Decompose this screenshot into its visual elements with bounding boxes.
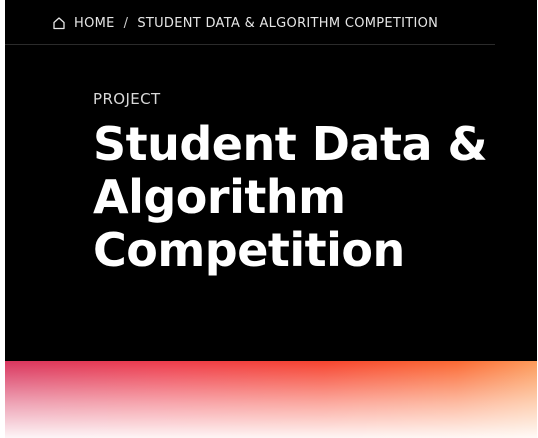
breadcrumb-divider [5,44,495,45]
page-frame: HOME / STUDENT DATA & ALGORITHM COMPETIT… [5,0,537,438]
section-eyebrow: PROJECT [93,90,161,108]
hero-gradient-band [5,361,537,438]
page-title-line-2: Algorithm [93,170,346,224]
breadcrumb-current: STUDENT DATA & ALGORITHM COMPETITION [137,15,439,31]
breadcrumb: HOME / STUDENT DATA & ALGORITHM COMPETIT… [52,13,438,33]
page-title: Student Data & Algorithm Competition [93,118,533,277]
home-icon[interactable] [52,16,66,30]
hero-section: HOME / STUDENT DATA & ALGORITHM COMPETIT… [5,0,537,361]
page-title-line-3: Competition [93,223,405,277]
breadcrumb-home-link[interactable]: HOME [74,16,115,31]
breadcrumb-separator: / [123,15,129,31]
page-title-line-1: Student Data & [93,117,488,171]
